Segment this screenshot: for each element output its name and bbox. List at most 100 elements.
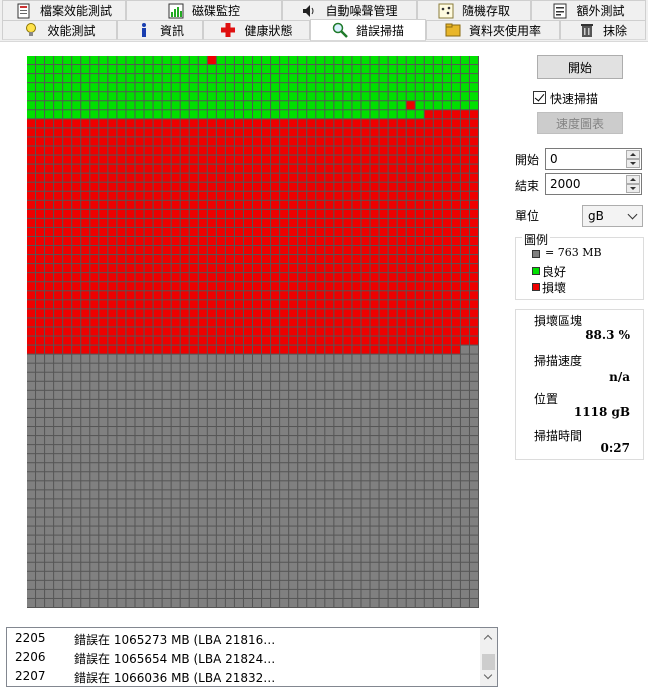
block-cell: [90, 164, 99, 173]
tab-error-scan[interactable]: 錯誤掃描: [310, 19, 426, 41]
tab-erase[interactable]: 抹除: [560, 20, 646, 40]
block-cell: [90, 119, 99, 128]
block-cell: [81, 246, 90, 255]
scroll-up-icon[interactable]: [483, 634, 493, 644]
block-cell: [45, 454, 54, 463]
block-cell: [289, 399, 298, 408]
block-cell: [72, 499, 81, 508]
block-cell: [54, 436, 63, 445]
block-cell: [225, 327, 234, 336]
block-cell: [126, 273, 135, 282]
block-cell: [334, 553, 343, 562]
list-item[interactable]: 2207 錯誤在 1066036 MB (LBA 21832…: [7, 666, 482, 685]
block-cell: [388, 372, 397, 381]
block-cell: [90, 562, 99, 571]
block-cell: [388, 255, 397, 264]
block-cell: [27, 246, 36, 255]
block-cell: [216, 381, 225, 390]
block-cell: [108, 580, 117, 589]
block-cell: [234, 562, 243, 571]
block-cell: [126, 399, 135, 408]
block-cell: [207, 236, 216, 246]
block-cell: [451, 236, 460, 246]
tab-random-access[interactable]: 隨機存取: [417, 0, 531, 20]
block-cell: [334, 191, 343, 200]
block-cell: [234, 553, 243, 562]
log-scrollbar[interactable]: [480, 628, 497, 686]
block-cell: [135, 227, 144, 236]
block-cell: [361, 526, 370, 535]
block-cell: [162, 74, 171, 83]
block-cell: [370, 309, 379, 318]
block-cell: [280, 74, 289, 83]
block-cell: [271, 83, 280, 92]
block-cell: [144, 236, 153, 246]
block-cell: [442, 562, 451, 571]
block-cell: [397, 83, 406, 92]
tab-file-benchmark[interactable]: 檔案效能測試: [2, 0, 126, 20]
tab-health[interactable]: 健康狀態: [203, 20, 310, 40]
list-item[interactable]: 2205 錯誤在 1065273 MB (LBA 21816…: [7, 628, 482, 647]
block-cell: [433, 273, 442, 282]
block-cell: [460, 363, 469, 372]
start-spinbox[interactable]: 0: [545, 148, 642, 170]
end-down-arrow[interactable]: [626, 184, 640, 193]
block-cell: [442, 390, 451, 399]
block-cell: [81, 445, 90, 454]
unit-select[interactable]: gB: [582, 205, 643, 227]
block-cell: [361, 146, 370, 155]
block-cell: [162, 445, 171, 454]
block-cell: [334, 327, 343, 336]
end-up-arrow[interactable]: [626, 175, 640, 184]
block-cell: [298, 390, 307, 399]
block-cell: [36, 598, 45, 607]
block-cell: [135, 255, 144, 264]
tab-folder-usage[interactable]: 資料夾使用率: [426, 20, 560, 40]
block-cell: [243, 363, 252, 372]
tab-info[interactable]: 資訊: [117, 20, 203, 40]
block-cell: [54, 490, 63, 499]
quick-scan-checkbox[interactable]: [533, 91, 546, 104]
end-spinbox[interactable]: 2000: [545, 173, 642, 195]
block-cell: [243, 472, 252, 481]
tab-noise-management[interactable]: 自動噪聲管理: [282, 0, 417, 20]
block-cell: [388, 345, 397, 354]
block-cell: [162, 562, 171, 571]
block-cell: [289, 354, 298, 363]
block-cell: [262, 562, 271, 571]
block-cell: [81, 227, 90, 236]
speed-chart-button[interactable]: 速度圖表: [537, 112, 623, 134]
start-up-arrow[interactable]: [626, 150, 640, 159]
block-cell: [63, 445, 72, 454]
block-cell: [316, 363, 325, 372]
block-cell: [135, 390, 144, 399]
block-cell: [117, 137, 126, 146]
block-cell: [198, 544, 207, 553]
block-cell: [54, 209, 63, 218]
block-cell: [352, 327, 361, 336]
block-cell: [99, 173, 108, 182]
block-cell: [253, 517, 262, 526]
block-cell: [334, 508, 343, 517]
block-cell: [397, 481, 406, 490]
scroll-down-icon[interactable]: [483, 670, 493, 680]
start-down-arrow[interactable]: [626, 159, 640, 168]
block-cell: [27, 128, 36, 137]
tab-benchmark[interactable]: 效能測試: [2, 20, 117, 40]
list-item[interactable]: 2206 錯誤在 1065654 MB (LBA 21824…: [7, 647, 482, 666]
tab-extra-tests[interactable]: 額外測試: [531, 0, 646, 20]
block-cell: [271, 218, 280, 227]
block-cell: [298, 499, 307, 508]
error-log-list[interactable]: 2205 錯誤在 1065273 MB (LBA 21816… 2206 錯誤在…: [6, 627, 498, 687]
block-cell: [198, 318, 207, 327]
block-cell: [460, 155, 469, 164]
block-cell: [144, 454, 153, 463]
tab-disk-monitor[interactable]: 磁碟監控: [126, 0, 282, 20]
block-cell: [162, 273, 171, 282]
scroll-thumb[interactable]: [482, 654, 495, 670]
block-cell: [298, 92, 307, 101]
block-cell: [433, 128, 442, 137]
block-cell: [316, 110, 325, 119]
block-cell: [397, 65, 406, 74]
start-button[interactable]: 開始: [537, 55, 623, 79]
